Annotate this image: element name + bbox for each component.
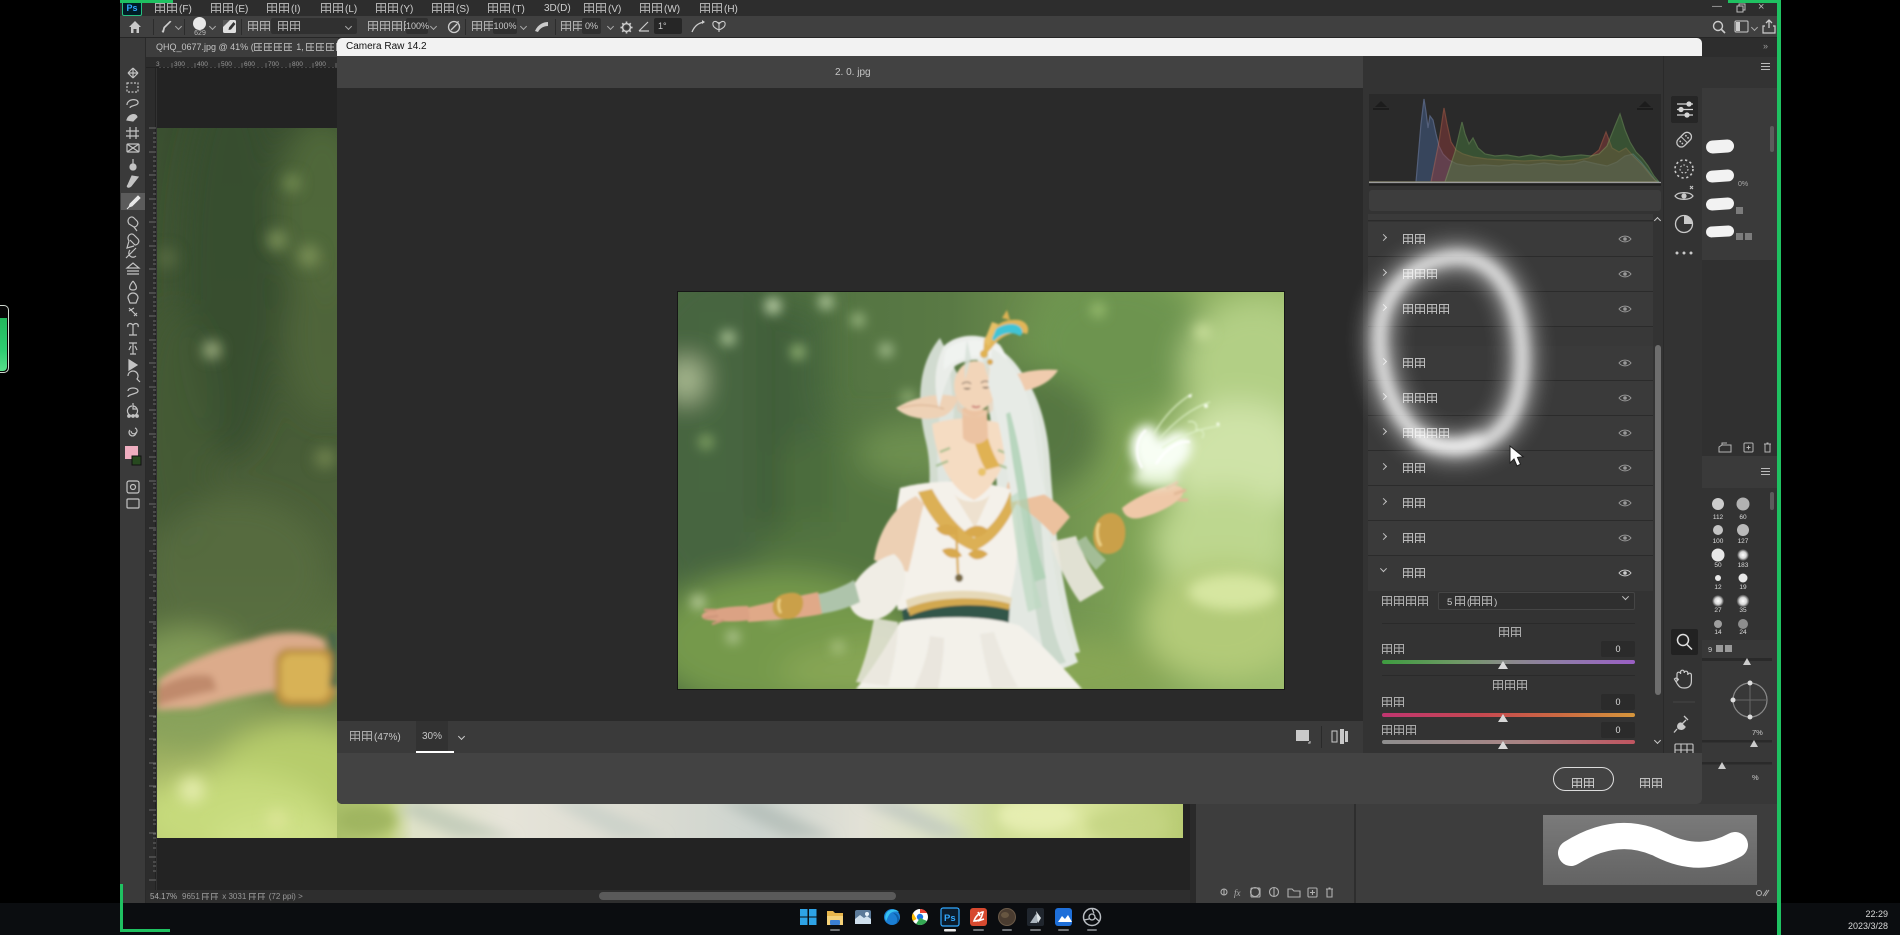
svg-text:300: 300 [174, 61, 185, 68]
svg-text:3: 3 [156, 61, 160, 68]
svg-text:Ps: Ps [944, 913, 956, 924]
svg-text:0%: 0% [1738, 181, 1748, 188]
svg-text:700: 700 [268, 61, 279, 68]
svg-text:2023/3/28: 2023/3/28 [1848, 921, 1888, 931]
svg-text:24: 24 [1739, 629, 1747, 636]
svg-text:35: 35 [1739, 607, 1747, 614]
svg-text:%: % [1752, 773, 1759, 782]
svg-text:112: 112 [1713, 514, 1724, 521]
svg-text:400: 400 [197, 61, 208, 68]
svg-text:7%: 7% [1752, 728, 1763, 737]
svg-text:600: 600 [244, 61, 255, 68]
svg-text:9: 9 [1708, 645, 1712, 654]
svg-text:100: 100 [1713, 538, 1724, 545]
svg-text:183: 183 [1738, 562, 1749, 569]
svg-text:50: 50 [1714, 562, 1722, 569]
svg-text:14: 14 [1714, 629, 1722, 636]
svg-text:27: 27 [1714, 607, 1722, 614]
svg-text:800: 800 [292, 61, 303, 68]
svg-text:fx: fx [1234, 888, 1241, 898]
svg-text:22:29: 22:29 [1865, 909, 1888, 919]
svg-text:500: 500 [221, 61, 232, 68]
svg-text:60: 60 [1739, 514, 1747, 521]
svg-text:19: 19 [1739, 584, 1747, 591]
svg-text:12: 12 [1714, 584, 1722, 591]
svg-text:900: 900 [315, 61, 326, 68]
svg-text:127: 127 [1738, 538, 1749, 545]
